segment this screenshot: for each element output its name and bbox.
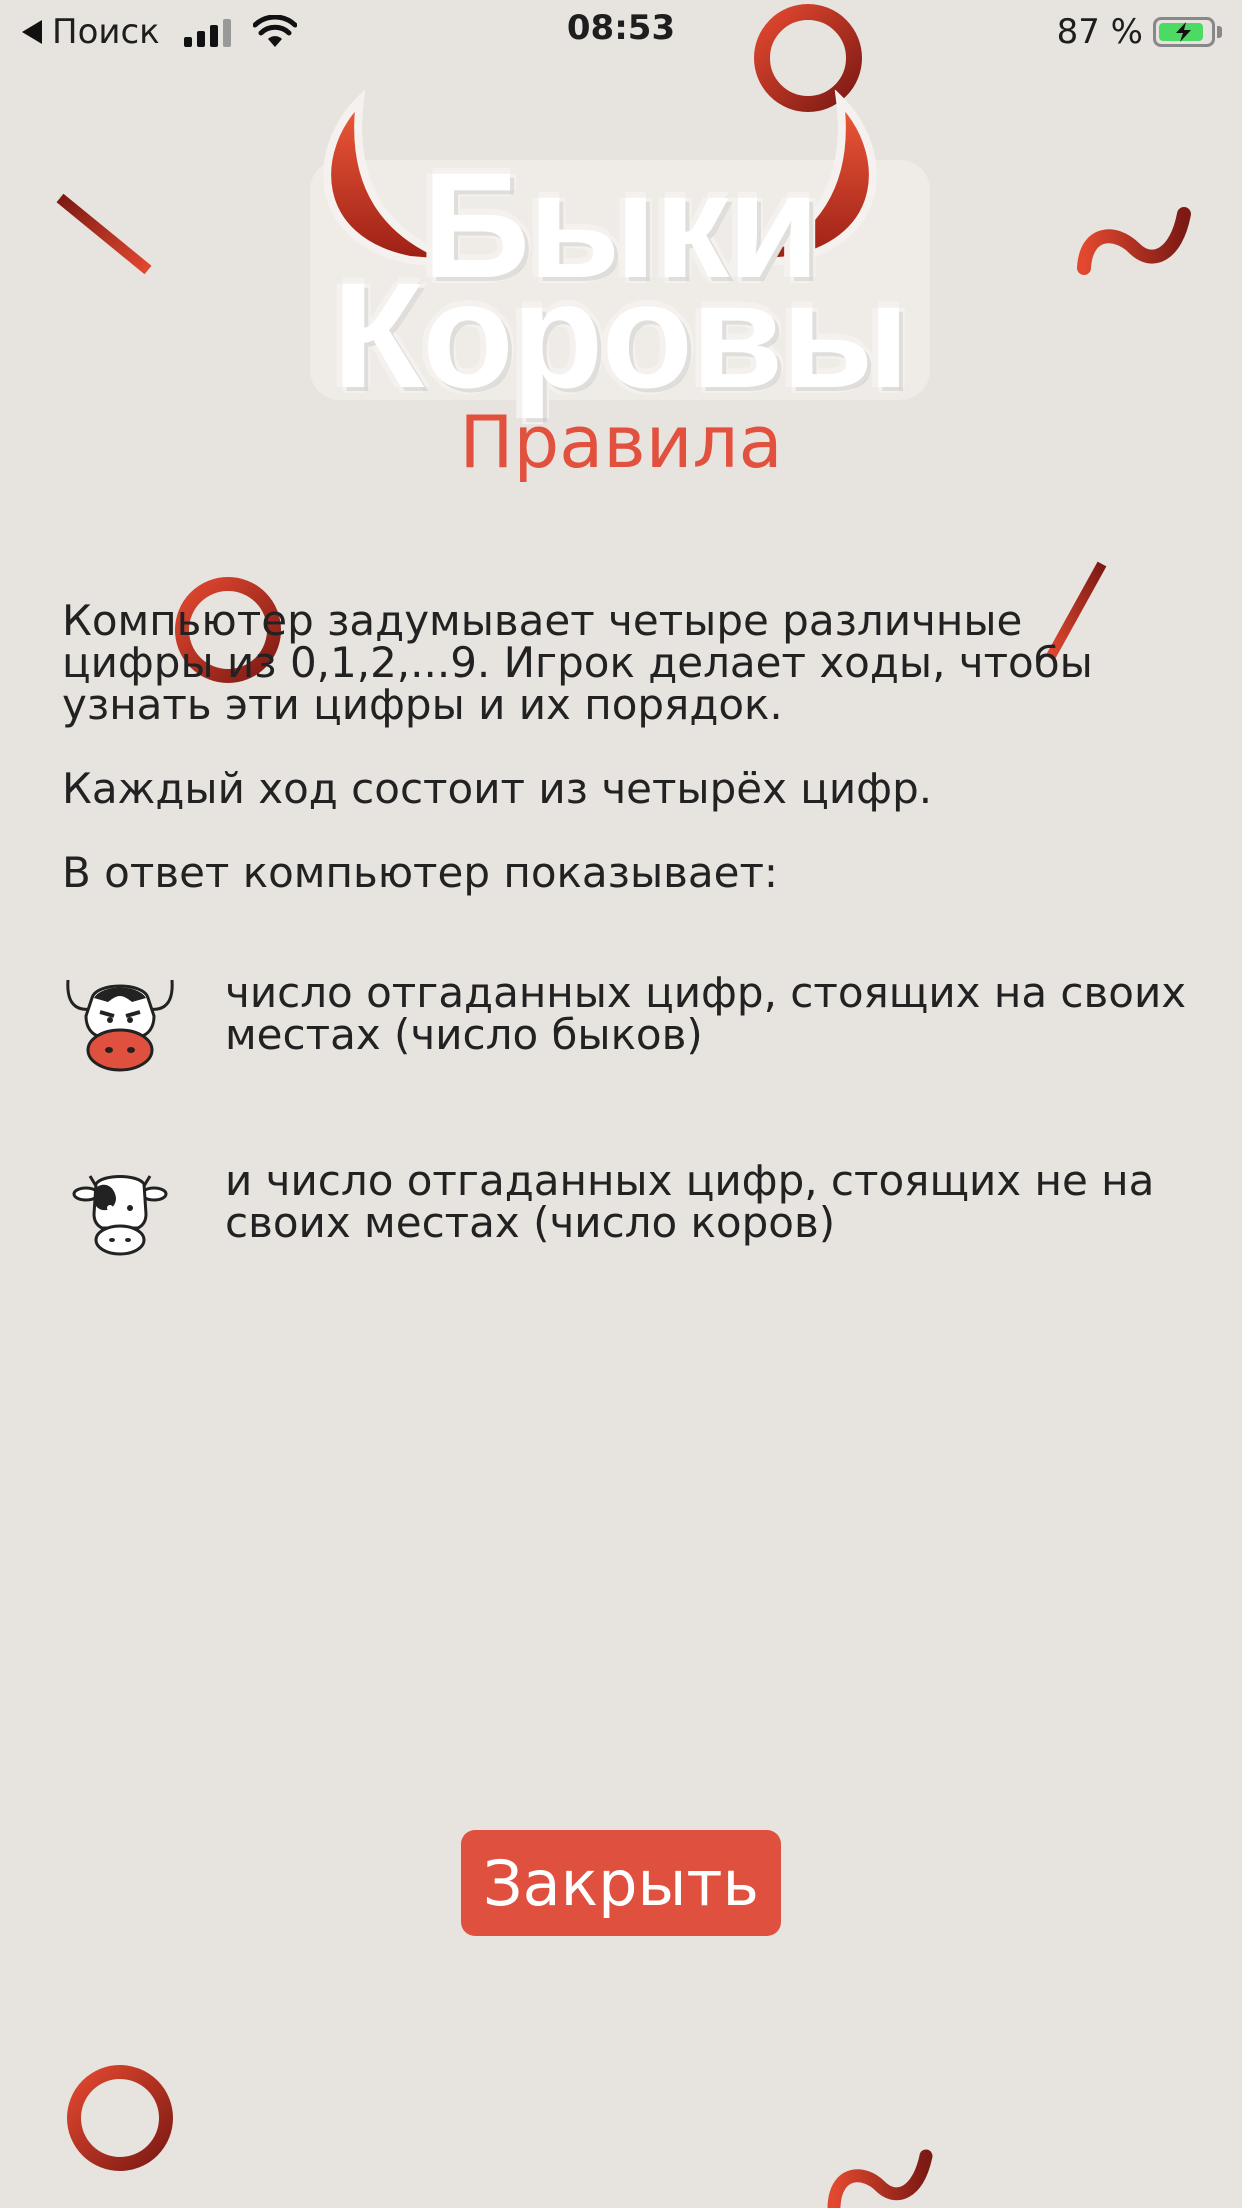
legend-text-bulls: число отгаданных цифр, стоящих на своих …: [225, 968, 1187, 1059]
battery-status: 87 %: [1057, 10, 1222, 54]
app-logo: Быки Коровы: [290, 80, 950, 410]
decorative-ring: [67, 2065, 173, 2171]
rules-paragraph-move: Каждый ход состоит из четырёх цифр.: [62, 764, 933, 813]
close-button[interactable]: Закрыть: [461, 1830, 781, 1936]
cow-icon: [72, 1175, 168, 1256]
status-bar: Поиск 08:53 87 %: [0, 0, 1242, 64]
rules-paragraph-answer: В ответ компьютер показывает:: [62, 848, 779, 897]
rules-paragraph-intro: Компьютер задумывает четыре различные ци…: [62, 596, 1093, 729]
logo-line-2: Коровы: [290, 260, 950, 410]
battery-nub: [1217, 26, 1222, 38]
decorative-dash: [56, 193, 152, 275]
decorative-squiggle: [827, 2149, 933, 2208]
decorative-squiggle: [1077, 207, 1191, 275]
charging-bolt-icon: [1176, 22, 1191, 42]
battery-percent: 87 %: [1056, 12, 1143, 52]
legend-text-cows: и число отгаданных цифр, стоящих не на с…: [225, 1156, 1155, 1247]
bull-icon: [66, 979, 174, 1072]
battery-icon: [1153, 17, 1215, 47]
page-title: Правила: [459, 400, 783, 484]
